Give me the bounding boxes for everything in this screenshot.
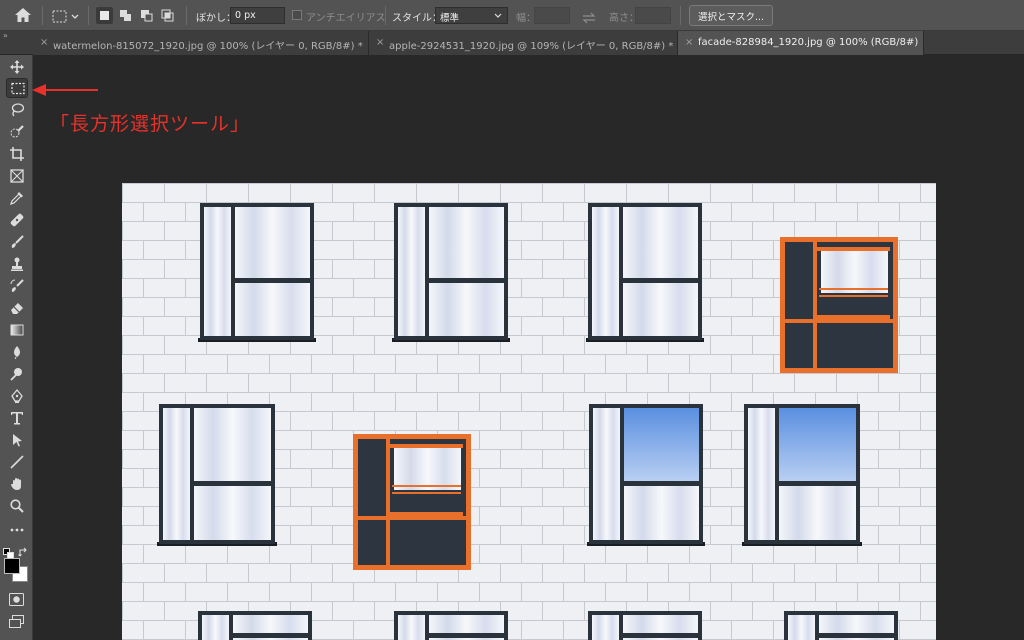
new-selection-icon[interactable] — [96, 7, 113, 24]
history-brush-tool[interactable] — [6, 276, 28, 296]
type-tool[interactable] — [6, 408, 28, 428]
antialias-checkbox[interactable] — [292, 10, 302, 20]
rectangular-marquee-tool[interactable] — [6, 78, 28, 98]
pen-icon — [11, 389, 23, 403]
frame-icon — [10, 169, 24, 183]
tab-apple[interactable]: × apple-2924531_1920.jpg @ 109% (レイヤー 0,… — [369, 31, 678, 55]
hand-icon — [11, 478, 21, 490]
move-tool[interactable] — [6, 57, 28, 77]
rectangular-marquee-icon — [11, 82, 25, 95]
tab-label: facade-828984_1920.jpg @ 100% (RGB/8#) — [698, 37, 919, 48]
tab-label: watermelon-815072_1920.jpg @ 100% (レイヤー … — [53, 41, 363, 52]
zoom-tool[interactable] — [6, 496, 28, 516]
path-selection-icon — [13, 434, 22, 447]
height-input[interactable] — [635, 7, 671, 24]
more-tools-button[interactable] — [6, 520, 28, 540]
antialias-label: アンチエイリアス — [306, 13, 386, 24]
eraser-icon — [11, 303, 23, 314]
healing-brush-icon — [10, 213, 24, 227]
double-chevron-icon[interactable]: » — [3, 31, 8, 40]
chevron-down-icon — [494, 13, 502, 18]
annotation-arrow — [32, 84, 98, 96]
style-select-value: 標準 — [440, 13, 460, 24]
hand-tool[interactable] — [6, 474, 28, 494]
frame-tool[interactable] — [6, 166, 28, 186]
width-input[interactable] — [534, 7, 570, 24]
gradient-icon — [10, 324, 24, 336]
clone-stamp-tool[interactable] — [6, 254, 28, 274]
eyedropper-icon — [10, 192, 23, 205]
width-label: 幅： — [516, 13, 536, 24]
annotation-label: 「長方形選択ツール」 — [50, 113, 251, 135]
feather-input[interactable]: 0 px — [230, 7, 285, 24]
tab-watermelon[interactable]: × watermelon-815072_1920.jpg @ 100% (レイヤ… — [33, 31, 369, 55]
eyedropper-tool[interactable] — [6, 188, 28, 208]
eraser-tool[interactable] — [6, 298, 28, 318]
crop-icon — [10, 147, 24, 161]
type-icon — [11, 412, 23, 425]
blur-tool[interactable] — [6, 342, 28, 362]
quick-mask-icon[interactable] — [9, 591, 24, 610]
path-selection-tool[interactable] — [6, 430, 28, 450]
document-image[interactable] — [122, 183, 936, 640]
document-tab-bar: » × watermelon-815072_1920.jpg @ 100% (レ… — [0, 31, 1024, 55]
line-icon — [10, 455, 24, 469]
intersect-selection-icon[interactable] — [159, 7, 176, 24]
healing-brush-tool[interactable] — [6, 210, 28, 230]
tab-label: apple-2924531_1920.jpg @ 109% (レイヤー 0, R… — [389, 41, 674, 52]
add-to-selection-icon[interactable] — [117, 7, 134, 24]
dodge-tool[interactable] — [6, 364, 28, 384]
options-bar: ぼかし： 0 px アンチエイリアス スタイル： 標準 幅： 高さ： 選択とマス… — [0, 0, 1024, 31]
brush-tool[interactable] — [6, 232, 28, 252]
blur-icon — [14, 346, 20, 359]
quick-selection-icon — [10, 125, 24, 138]
close-icon[interactable]: × — [40, 37, 48, 48]
more-tools-icon — [10, 528, 24, 532]
tool-preset-picker[interactable] — [52, 9, 82, 28]
crop-tool[interactable] — [6, 144, 28, 164]
screen-mode-icon[interactable] — [9, 613, 24, 632]
brush-icon — [11, 235, 24, 248]
zoom-icon — [10, 499, 24, 513]
gradient-tool[interactable] — [6, 320, 28, 340]
subtract-from-selection-icon[interactable] — [138, 7, 155, 24]
clone-stamp-icon — [11, 257, 23, 271]
history-brush-icon — [10, 279, 24, 292]
close-icon[interactable]: × — [685, 37, 693, 48]
home-icon[interactable] — [14, 7, 32, 27]
dodge-icon — [10, 368, 22, 381]
pen-tool[interactable] — [6, 386, 28, 406]
tools-panel — [0, 55, 33, 640]
swap-width-height-icon[interactable] — [582, 9, 596, 28]
tab-facade[interactable]: × facade-828984_1920.jpg @ 100% (RGB/8#) — [678, 31, 924, 55]
quick-selection-tool[interactable] — [6, 122, 28, 142]
select-and-mask-button[interactable]: 選択とマスク... — [689, 5, 774, 26]
close-icon[interactable]: × — [376, 37, 384, 48]
move-icon — [10, 60, 24, 74]
lasso-tool[interactable] — [6, 100, 28, 120]
style-select[interactable]: 標準 — [435, 7, 508, 24]
lasso-icon — [11, 103, 24, 117]
line-tool[interactable] — [6, 452, 28, 472]
foreground-color-swatch[interactable] — [4, 558, 20, 574]
